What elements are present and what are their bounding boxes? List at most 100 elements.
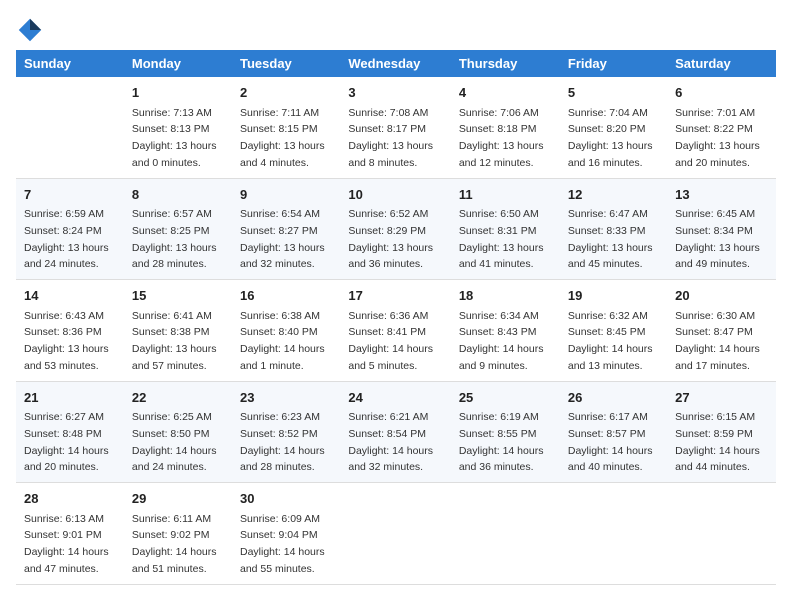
calendar-cell xyxy=(667,483,776,585)
calendar-cell: 11 Sunrise: 6:50 AM Sunset: 8:31 PM Dayli… xyxy=(451,178,560,280)
cell-info: Sunrise: 6:32 AM Sunset: 8:45 PM Dayligh… xyxy=(568,310,653,372)
calendar-cell: 18Sunrise: 6:34 AM Sunset: 8:43 PM Dayli… xyxy=(451,280,560,382)
calendar-cell: 2 Sunrise: 7:11 AM Sunset: 8:15 PM Daylig… xyxy=(232,77,340,178)
day-number: 23 xyxy=(240,388,332,408)
calendar-week-row: 1 Sunrise: 7:13 AM Sunset: 8:13 PM Daylig… xyxy=(16,77,776,178)
calendar-cell xyxy=(340,483,450,585)
calendar-cell: 17Sunrise: 6:36 AM Sunset: 8:41 PM Dayli… xyxy=(340,280,450,382)
cell-info: Sunrise: 6:23 AM Sunset: 8:52 PM Dayligh… xyxy=(240,411,325,473)
day-number: 26 xyxy=(568,388,659,408)
day-number: 13 xyxy=(675,185,768,205)
calendar-cell: 5Sunrise: 7:04 AM Sunset: 8:20 PM Daylig… xyxy=(560,77,667,178)
cell-info: Sunrise: 6:17 AM Sunset: 8:57 PM Dayligh… xyxy=(568,411,653,473)
cell-info: Sunrise: 6:52 AM Sunset: 8:29 PM Dayligh… xyxy=(348,208,433,270)
calendar-cell: 27 Sunrise: 6:15 AM Sunset: 8:59 PM Dayli… xyxy=(667,381,776,483)
day-number: 9 xyxy=(240,185,332,205)
cell-info: Sunrise: 6:47 AM Sunset: 8:33 PM Dayligh… xyxy=(568,208,653,270)
calendar-cell: 28Sunrise: 6:13 AM Sunset: 9:01 PM Dayli… xyxy=(16,483,124,585)
calendar-cell: 12 Sunrise: 6:47 AM Sunset: 8:33 PM Dayli… xyxy=(560,178,667,280)
day-number: 15 xyxy=(132,286,224,306)
cell-info: Sunrise: 6:54 AM Sunset: 8:27 PM Dayligh… xyxy=(240,208,325,270)
header-day: Thursday xyxy=(451,50,560,77)
calendar-cell: 13 Sunrise: 6:45 AM Sunset: 8:34 PM Dayli… xyxy=(667,178,776,280)
header-day: Sunday xyxy=(16,50,124,77)
calendar-body: 1 Sunrise: 7:13 AM Sunset: 8:13 PM Daylig… xyxy=(16,77,776,584)
day-number: 7 xyxy=(24,185,116,205)
cell-info: Sunrise: 6:57 AM Sunset: 8:25 PM Dayligh… xyxy=(132,208,217,270)
calendar-cell xyxy=(451,483,560,585)
day-number: 12 xyxy=(568,185,659,205)
cell-info: Sunrise: 7:01 AM Sunset: 8:22 PM Dayligh… xyxy=(675,107,760,169)
calendar-cell: 3 Sunrise: 7:08 AM Sunset: 8:17 PM Daylig… xyxy=(340,77,450,178)
calendar-cell xyxy=(16,77,124,178)
calendar-week-row: 14 Sunrise: 6:43 AM Sunset: 8:36 PM Dayli… xyxy=(16,280,776,382)
cell-info: Sunrise: 6:36 AM Sunset: 8:41 PM Dayligh… xyxy=(348,310,433,372)
day-number: 2 xyxy=(240,83,332,103)
cell-info: Sunrise: 6:59 AM Sunset: 8:24 PM Dayligh… xyxy=(24,208,109,270)
day-number: 19 xyxy=(568,286,659,306)
cell-info: Sunrise: 6:19 AM Sunset: 8:55 PM Dayligh… xyxy=(459,411,544,473)
day-number: 18 xyxy=(459,286,552,306)
day-number: 11 xyxy=(459,185,552,205)
cell-info: Sunrise: 6:30 AM Sunset: 8:47 PM Dayligh… xyxy=(675,310,760,372)
header-day: Tuesday xyxy=(232,50,340,77)
calendar-cell: 25Sunrise: 6:19 AM Sunset: 8:55 PM Dayli… xyxy=(451,381,560,483)
cell-info: Sunrise: 6:09 AM Sunset: 9:04 PM Dayligh… xyxy=(240,513,325,575)
cell-info: Sunrise: 6:13 AM Sunset: 9:01 PM Dayligh… xyxy=(24,513,109,575)
calendar-cell: 8 Sunrise: 6:57 AM Sunset: 8:25 PM Daylig… xyxy=(124,178,232,280)
calendar-cell: 15 Sunrise: 6:41 AM Sunset: 8:38 PM Dayli… xyxy=(124,280,232,382)
calendar-cell: 14 Sunrise: 6:43 AM Sunset: 8:36 PM Dayli… xyxy=(16,280,124,382)
cell-info: Sunrise: 6:45 AM Sunset: 8:34 PM Dayligh… xyxy=(675,208,760,270)
cell-info: Sunrise: 7:04 AM Sunset: 8:20 PM Dayligh… xyxy=(568,107,653,169)
day-number: 24 xyxy=(348,388,442,408)
header-row: SundayMondayTuesdayWednesdayThursdayFrid… xyxy=(16,50,776,77)
calendar-cell: 9 Sunrise: 6:54 AM Sunset: 8:27 PM Daylig… xyxy=(232,178,340,280)
calendar-table: SundayMondayTuesdayWednesdayThursdayFrid… xyxy=(16,50,776,585)
day-number: 16 xyxy=(240,286,332,306)
cell-info: Sunrise: 7:06 AM Sunset: 8:18 PM Dayligh… xyxy=(459,107,544,169)
day-number: 27 xyxy=(675,388,768,408)
cell-info: Sunrise: 6:11 AM Sunset: 9:02 PM Dayligh… xyxy=(132,513,217,575)
calendar-cell: 21 Sunrise: 6:27 AM Sunset: 8:48 PM Dayli… xyxy=(16,381,124,483)
calendar-cell: 1 Sunrise: 7:13 AM Sunset: 8:13 PM Daylig… xyxy=(124,77,232,178)
day-number: 21 xyxy=(24,388,116,408)
page-header xyxy=(16,16,776,44)
cell-info: Sunrise: 6:50 AM Sunset: 8:31 PM Dayligh… xyxy=(459,208,544,270)
calendar-cell: 7 Sunrise: 6:59 AM Sunset: 8:24 PM Daylig… xyxy=(16,178,124,280)
day-number: 30 xyxy=(240,489,332,509)
cell-info: Sunrise: 7:08 AM Sunset: 8:17 PM Dayligh… xyxy=(348,107,433,169)
cell-info: Sunrise: 6:21 AM Sunset: 8:54 PM Dayligh… xyxy=(348,411,433,473)
day-number: 14 xyxy=(24,286,116,306)
logo-icon xyxy=(16,16,44,44)
calendar-week-row: 28Sunrise: 6:13 AM Sunset: 9:01 PM Dayli… xyxy=(16,483,776,585)
header-day: Monday xyxy=(124,50,232,77)
calendar-cell: 19 Sunrise: 6:32 AM Sunset: 8:45 PM Dayli… xyxy=(560,280,667,382)
cell-info: Sunrise: 6:25 AM Sunset: 8:50 PM Dayligh… xyxy=(132,411,217,473)
calendar-cell: 24 Sunrise: 6:21 AM Sunset: 8:54 PM Dayli… xyxy=(340,381,450,483)
header-day: Saturday xyxy=(667,50,776,77)
calendar-cell: 22Sunrise: 6:25 AM Sunset: 8:50 PM Dayli… xyxy=(124,381,232,483)
calendar-cell: 23 Sunrise: 6:23 AM Sunset: 8:52 PM Dayli… xyxy=(232,381,340,483)
day-number: 4 xyxy=(459,83,552,103)
cell-info: Sunrise: 6:27 AM Sunset: 8:48 PM Dayligh… xyxy=(24,411,109,473)
calendar-cell: 4 Sunrise: 7:06 AM Sunset: 8:18 PM Daylig… xyxy=(451,77,560,178)
calendar-cell: 10Sunrise: 6:52 AM Sunset: 8:29 PM Dayli… xyxy=(340,178,450,280)
cell-info: Sunrise: 6:15 AM Sunset: 8:59 PM Dayligh… xyxy=(675,411,760,473)
day-number: 20 xyxy=(675,286,768,306)
cell-info: Sunrise: 7:13 AM Sunset: 8:13 PM Dayligh… xyxy=(132,107,217,169)
calendar-cell: 6Sunrise: 7:01 AM Sunset: 8:22 PM Daylig… xyxy=(667,77,776,178)
day-number: 1 xyxy=(132,83,224,103)
cell-info: Sunrise: 6:43 AM Sunset: 8:36 PM Dayligh… xyxy=(24,310,109,372)
calendar-week-row: 21 Sunrise: 6:27 AM Sunset: 8:48 PM Dayli… xyxy=(16,381,776,483)
cell-info: Sunrise: 6:41 AM Sunset: 8:38 PM Dayligh… xyxy=(132,310,217,372)
calendar-cell: 29Sunrise: 6:11 AM Sunset: 9:02 PM Dayli… xyxy=(124,483,232,585)
cell-info: Sunrise: 6:38 AM Sunset: 8:40 PM Dayligh… xyxy=(240,310,325,372)
calendar-cell xyxy=(560,483,667,585)
header-day: Wednesday xyxy=(340,50,450,77)
calendar-header: SundayMondayTuesdayWednesdayThursdayFrid… xyxy=(16,50,776,77)
calendar-week-row: 7 Sunrise: 6:59 AM Sunset: 8:24 PM Daylig… xyxy=(16,178,776,280)
day-number: 8 xyxy=(132,185,224,205)
calendar-cell: 20 Sunrise: 6:30 AM Sunset: 8:47 PM Dayli… xyxy=(667,280,776,382)
cell-info: Sunrise: 7:11 AM Sunset: 8:15 PM Dayligh… xyxy=(240,107,325,169)
day-number: 3 xyxy=(348,83,442,103)
